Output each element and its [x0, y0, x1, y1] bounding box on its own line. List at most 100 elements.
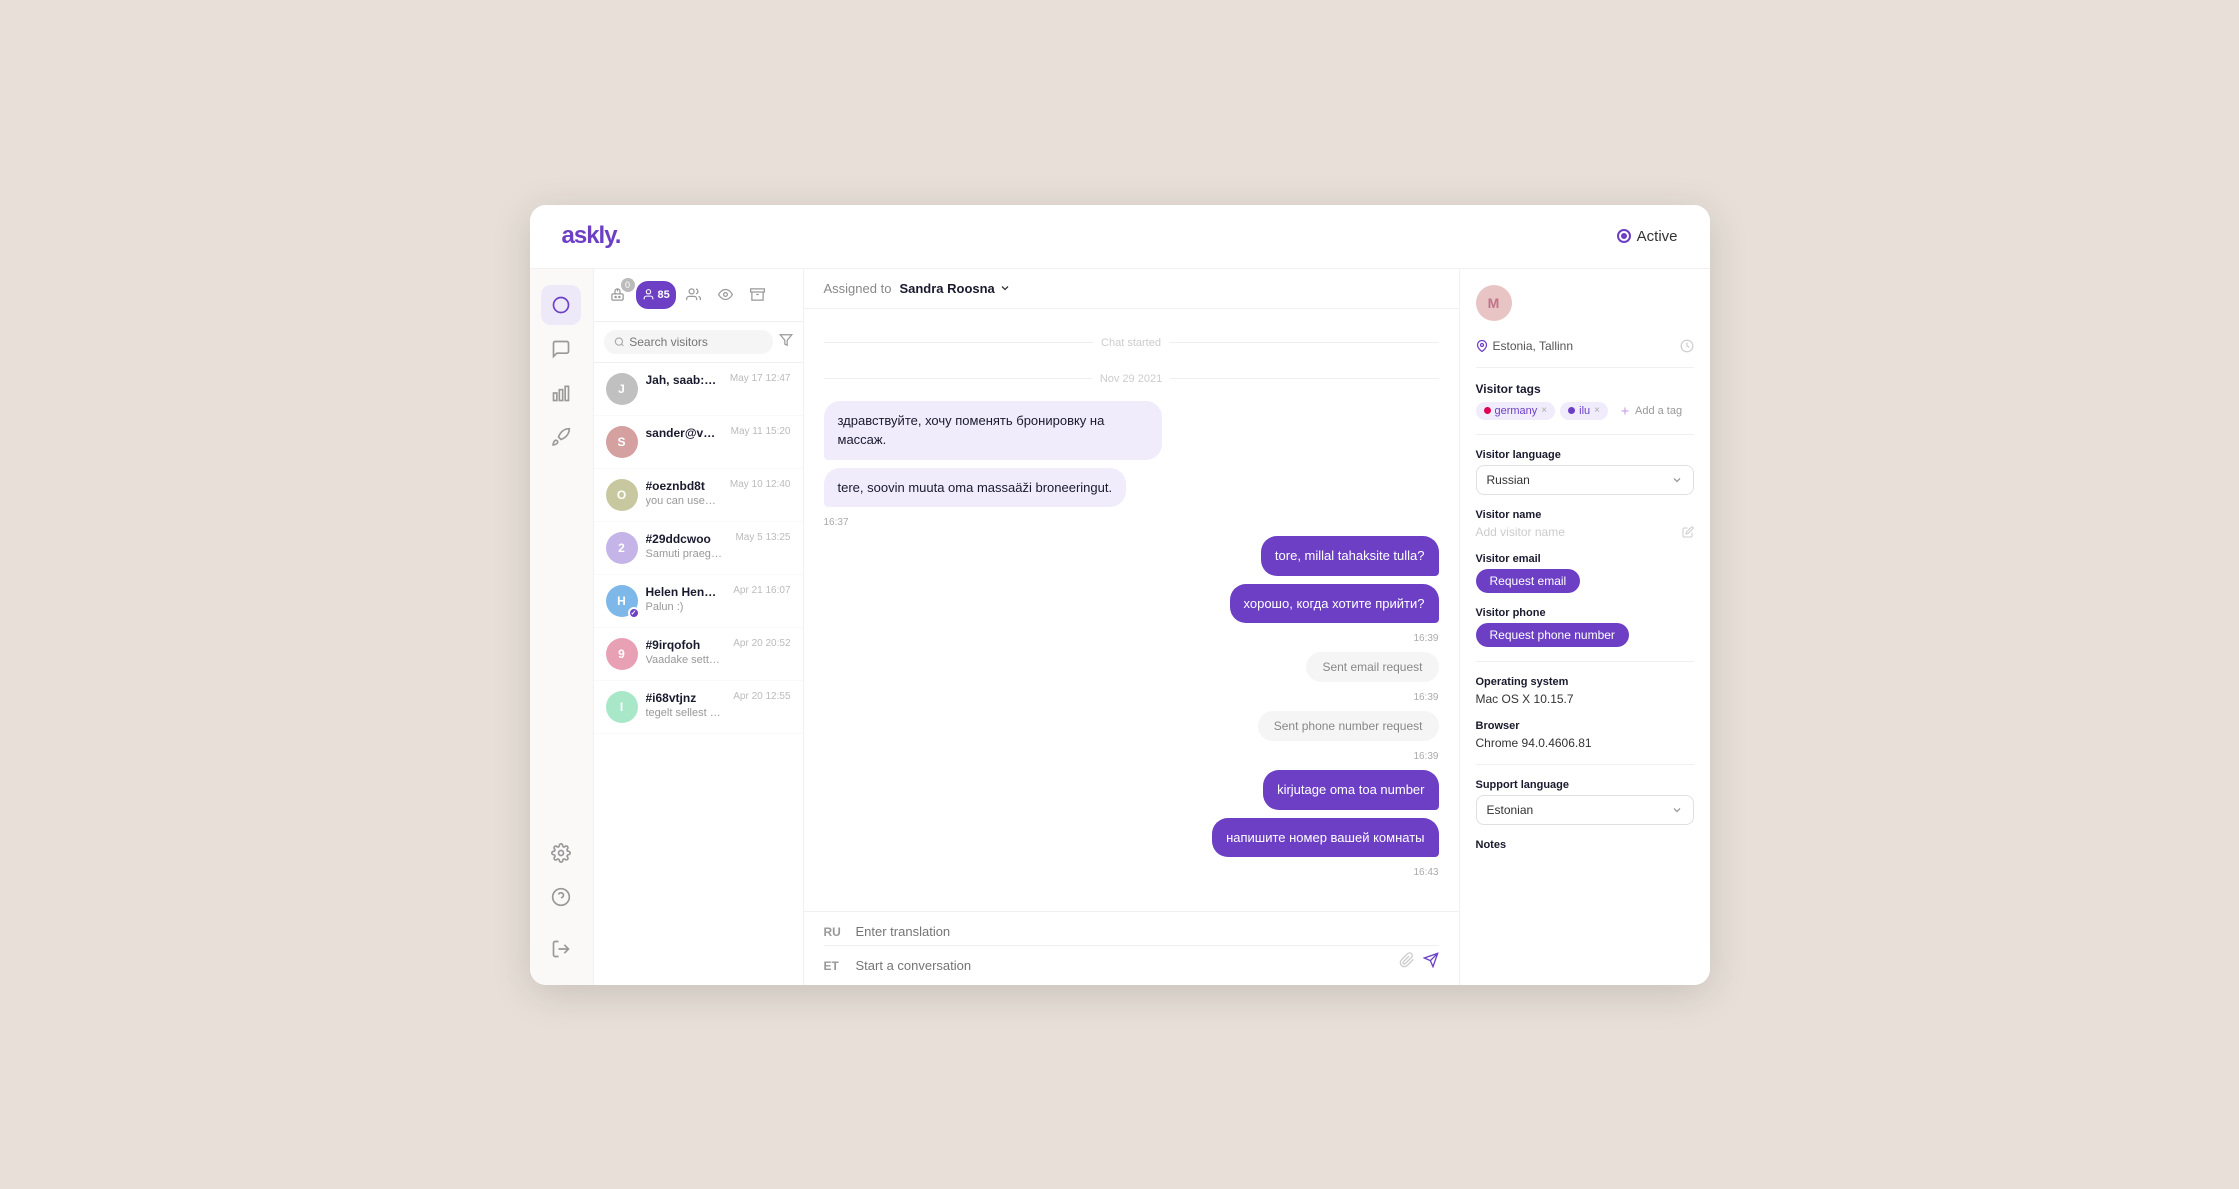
visitor-name-label: Visitor name	[1476, 509, 1694, 521]
list-item[interactable]: I #i68vtjnz tegelt sellest juba on kasu!…	[594, 681, 803, 734]
avatar: H ✓	[606, 585, 638, 617]
edit-icon[interactable]	[1682, 526, 1694, 538]
message-bubble: tere, soovin muuta oma massaäži broneeri…	[824, 468, 1127, 508]
bot-badge: 0	[621, 278, 635, 292]
visitor-time: Apr 20 20:52	[733, 638, 790, 649]
browser-value: Chrome 94.0.4606.81	[1476, 736, 1694, 750]
message-time: 16:37	[824, 517, 849, 528]
visitor-name: #i68vtjnz	[646, 691, 722, 705]
message-input[interactable]	[856, 958, 1391, 973]
request-email-button[interactable]: Request email	[1476, 569, 1581, 593]
chat-started-divider: Chat started	[824, 337, 1439, 349]
os-label: Operating system	[1476, 676, 1694, 688]
message-bubble: хорошо, когда хотите прийти?	[1230, 584, 1439, 624]
nav-chat-icon[interactable]	[541, 285, 581, 325]
info-avatar: M	[1476, 285, 1512, 321]
visitor-tags-section: Visitor tags germany × ilu × Add a ta	[1476, 382, 1694, 420]
visitor-email-section: Visitor email Request email	[1476, 553, 1694, 593]
nav-message-icon[interactable]	[541, 329, 581, 369]
os-value: Mac OS X 10.15.7	[1476, 692, 1694, 706]
tab-bot[interactable]: 0	[604, 281, 632, 309]
send-icon[interactable]	[1423, 952, 1439, 973]
message-bubble: здравствуйте, хочу поменять бронировку н…	[824, 401, 1162, 460]
visitor-name: #oeznbd8t	[646, 479, 718, 493]
nav-analytics-icon[interactable]	[541, 373, 581, 413]
attachment-icon[interactable]	[1399, 952, 1415, 973]
tab-archive[interactable]	[744, 281, 772, 309]
support-language-dropdown[interactable]: Estonian	[1476, 795, 1694, 825]
list-item[interactable]: J Jah, saab: Settings > Chat >... May 17…	[594, 363, 803, 416]
visitor-message: you can use all functions du...	[646, 495, 718, 507]
visitor-panel: 0 85	[594, 269, 804, 985]
active-dot-icon	[1617, 229, 1631, 243]
visitor-name: sander@vdisain.ee	[646, 426, 719, 440]
visitor-email-label: Visitor email	[1476, 553, 1694, 565]
request-phone-button[interactable]: Request phone number	[1476, 623, 1629, 647]
message-bubble: tore, millal tahaksite tulla?	[1261, 536, 1439, 576]
active-label: Active	[1637, 228, 1678, 245]
visitor-name: #29ddcwoo	[646, 532, 724, 546]
avatar: S	[606, 426, 638, 458]
language-value: Russian	[1487, 473, 1530, 487]
message-time: 16:39	[1413, 633, 1438, 644]
location-text: Estonia, Tallinn	[1493, 339, 1574, 353]
list-item[interactable]: H ✓ Helen Hendrikson Palun :) Apr 21 16:…	[594, 575, 803, 628]
location-row: Estonia, Tallinn	[1476, 339, 1694, 353]
tag-remove[interactable]: ×	[1541, 405, 1547, 416]
assigned-name-text: Sandra Roosna	[899, 281, 994, 296]
chat-panel: Assigned to Sandra Roosna Chat started N…	[804, 269, 1460, 985]
avatar: I	[606, 691, 638, 723]
visitor-time: May 11 15:20	[731, 426, 791, 437]
visitor-time: May 10 12:40	[730, 479, 791, 490]
visitor-message: Vaadake settings läbi, seal e...	[646, 654, 722, 666]
list-item[interactable]: O #oeznbd8t you can use all functions du…	[594, 469, 803, 522]
assigned-dropdown[interactable]: Sandra Roosna	[899, 281, 1010, 296]
nav-help-icon[interactable]	[541, 877, 581, 917]
visitor-message: Samuti praegu juba 20-30%...	[646, 548, 724, 560]
nav-rocket-icon[interactable]	[541, 417, 581, 457]
tab-group[interactable]	[680, 281, 708, 309]
lang-ru-label: RU	[824, 925, 848, 939]
tab-person[interactable]: 85	[636, 281, 676, 309]
nav-logout-icon[interactable]	[541, 929, 581, 969]
visitor-phone-section: Visitor phone Request phone number	[1476, 607, 1694, 647]
notes-section: Notes	[1476, 839, 1694, 855]
location-icon	[1476, 340, 1488, 352]
message-time: 16:39	[1413, 751, 1438, 762]
avatar: 2	[606, 532, 638, 564]
visitor-name-section: Visitor name Add visitor name	[1476, 509, 1694, 539]
chat-input-icons	[1399, 952, 1439, 973]
add-tag-label: Add a tag	[1635, 405, 1682, 417]
filter-button[interactable]	[779, 333, 793, 350]
visitor-time: May 5 13:25	[735, 532, 790, 543]
browser-label: Browser	[1476, 720, 1694, 732]
search-input[interactable]	[629, 335, 762, 349]
visitor-language-dropdown[interactable]: Russian	[1476, 465, 1694, 495]
list-item[interactable]: 9 #9irqofoh Vaadake settings läbi, seal …	[594, 628, 803, 681]
visitor-search-bar	[594, 322, 803, 363]
search-box[interactable]	[604, 330, 773, 354]
nav-settings-icon[interactable]	[541, 833, 581, 873]
lang-et-label: ET	[824, 959, 848, 973]
tag-remove[interactable]: ×	[1594, 405, 1600, 416]
visitor-message: Palun :)	[646, 601, 722, 613]
browser-section: Browser Chrome 94.0.4606.81	[1476, 720, 1694, 750]
avatar: O	[606, 479, 638, 511]
icon-nav	[530, 269, 594, 985]
visitor-tabs: 0 85	[594, 269, 803, 322]
visitor-name: Jah, saab: Settings > Chat >...	[646, 373, 718, 387]
message-bubble: kirjutage oma toa number	[1263, 770, 1438, 810]
system-message: Sent phone number request	[1258, 711, 1439, 741]
visitor-name-placeholder: Add visitor name	[1476, 525, 1565, 539]
list-item[interactable]: S sander@vdisain.ee May 11 15:20	[594, 416, 803, 469]
list-item[interactable]: 2 #29ddcwoo Samuti praegu juba 20-30%...…	[594, 522, 803, 575]
add-tag-button[interactable]: Add a tag	[1613, 402, 1688, 420]
clock-icon	[1680, 339, 1694, 353]
support-language-section: Support language Estonian	[1476, 779, 1694, 825]
visitor-list: J Jah, saab: Settings > Chat >... May 17…	[594, 363, 803, 985]
unread-badge: ✓	[628, 607, 640, 619]
tab-eye[interactable]	[712, 281, 740, 309]
tag-dot-icon	[1568, 407, 1575, 414]
active-status: Active	[1617, 228, 1678, 245]
translation-input[interactable]	[856, 924, 1439, 939]
